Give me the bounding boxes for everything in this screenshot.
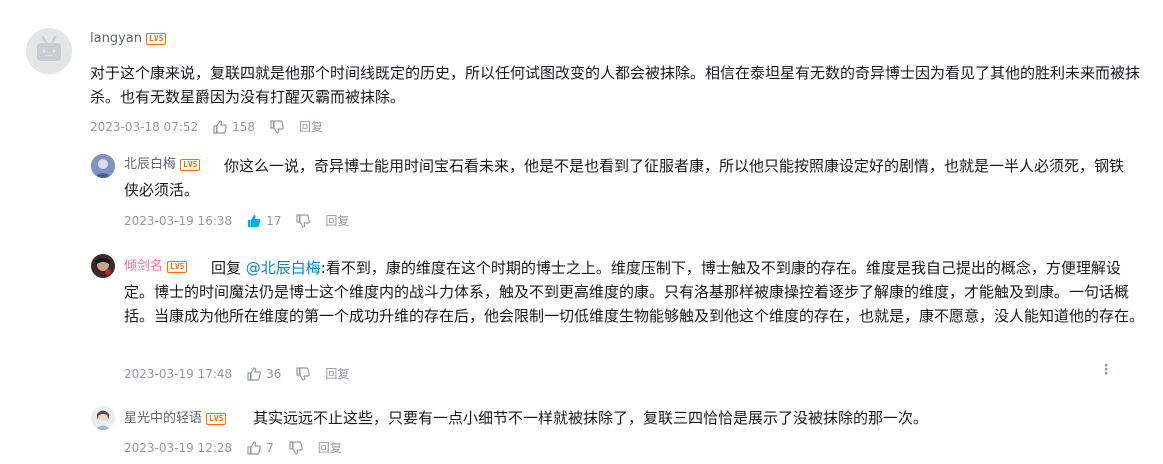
mention-link[interactable]: @北辰白梅 xyxy=(246,259,321,277)
avatar-image xyxy=(91,406,115,430)
avatar-image xyxy=(91,254,115,278)
reply-prefix: 回复 xyxy=(211,259,246,277)
thumbs-down-icon xyxy=(289,441,303,455)
comment-username[interactable]: langyan LV5 xyxy=(90,31,167,47)
dislike-button[interactable] xyxy=(288,440,304,456)
username-text[interactable]: langyan xyxy=(90,31,142,46)
reply-text: 你这么一说，奇异博士能用时间宝石看未来，他是不是也看到了征服者康，所以他只能按照… xyxy=(124,157,1125,199)
level-badge: LV5 xyxy=(145,32,167,45)
reply-text: 其实远远不止这些，只要有一点小细节不一样就被抹除了，复联三四恰恰是展示了没被抹除… xyxy=(253,409,929,427)
thumbs-up-icon xyxy=(247,367,261,381)
reply-text: 回复 @北辰白梅:看不到，康的维度在这个时期的博士之上。维度压制下，博士触及不到… xyxy=(124,256,1148,328)
comment-meta: 2023-03-18 07:52 158 回复 xyxy=(90,119,323,135)
like-count: 17 xyxy=(266,214,282,228)
reply-meta: 2023-03-19 17:48 36 回复 xyxy=(124,366,349,382)
like-button[interactable]: 158 xyxy=(212,119,255,135)
timestamp: 2023-03-18 07:52 xyxy=(90,120,199,134)
thumbs-up-filled-icon xyxy=(248,215,261,227)
comment-text: 对于这个康来说，复联四就是他那个时间线既定的历史，所以任何试图改变的人都会被抹除… xyxy=(90,64,1141,106)
like-button[interactable]: 17 xyxy=(246,213,281,229)
reply-meta: 2023-03-19 16:38 17 回复 xyxy=(124,213,349,229)
avatar[interactable] xyxy=(91,254,115,278)
like-count: 36 xyxy=(266,367,282,381)
timestamp: 2023-03-19 12:28 xyxy=(124,441,233,455)
thumbs-up-icon xyxy=(247,441,261,455)
dislike-button[interactable] xyxy=(295,366,311,382)
avatar[interactable] xyxy=(91,154,115,178)
avatar-image xyxy=(91,154,115,178)
reply-button[interactable]: 回复 xyxy=(299,119,323,135)
dislike-button[interactable] xyxy=(295,213,311,229)
like-button[interactable]: 36 xyxy=(246,366,281,382)
timestamp: 2023-03-19 17:48 xyxy=(124,367,233,381)
like-count: 158 xyxy=(232,120,256,134)
reply-button[interactable]: 回复 xyxy=(325,213,349,229)
reply-button[interactable]: 回复 xyxy=(318,440,342,456)
like-button[interactable]: 7 xyxy=(246,440,274,456)
tv-mascot-icon xyxy=(26,28,72,74)
reply-meta: 2023-03-19 12:28 7 回复 xyxy=(124,440,342,456)
avatar[interactable] xyxy=(91,406,115,430)
dislike-button[interactable] xyxy=(269,119,285,135)
reply-button[interactable]: 回复 xyxy=(325,366,349,382)
thumbs-down-icon xyxy=(296,214,311,228)
avatar[interactable] xyxy=(26,28,72,74)
like-count: 7 xyxy=(266,441,274,455)
thumbs-up-icon xyxy=(213,120,227,134)
timestamp: 2023-03-19 16:38 xyxy=(124,214,233,228)
more-options-icon[interactable]: ⋮ xyxy=(1099,363,1113,377)
thumbs-down-icon xyxy=(270,120,284,134)
thumbs-down-icon xyxy=(296,367,311,381)
